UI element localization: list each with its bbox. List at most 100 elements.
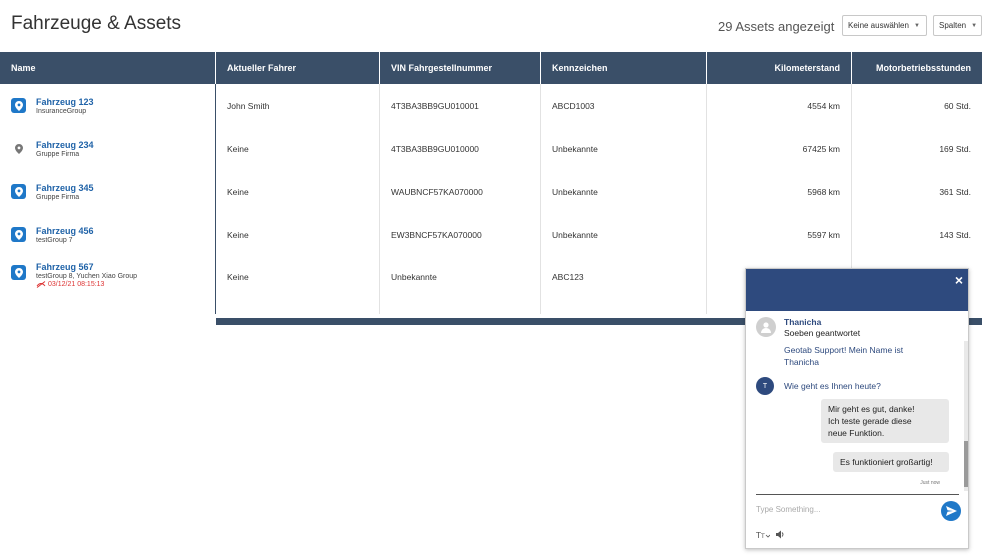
agent-avatar (756, 317, 776, 337)
driver-cell: Keine (216, 213, 380, 256)
agent-message-line: Thanicha (784, 357, 819, 367)
table-header: Name Aktueller Fahrer VIN Fahrgestellnum… (0, 52, 982, 84)
agent-message: Wie geht es Ihnen heute? (784, 381, 881, 391)
plate-cell: Unbekannte (541, 170, 707, 213)
send-icon (945, 506, 957, 516)
select-none-label: Keine auswählen (848, 21, 909, 30)
page-title: Fahrzeuge & Assets (11, 13, 182, 34)
vin-cell: 4T3BA3BB9GU010000 (380, 127, 541, 170)
vehicle-group: Gruppe Firma (36, 193, 80, 201)
vehicle-group: InsuranceGroup (36, 107, 87, 115)
odometer-cell: 5597 km (707, 213, 852, 256)
column-header-odometer[interactable]: Kilometerstand (707, 52, 852, 84)
agent-message: Geotab Support! Mein Name ist Thanicha (784, 344, 903, 368)
vehicle-name-link[interactable]: Fahrzeug 456 (36, 226, 94, 236)
chat-body: Thanicha Soeben geantwortet Geotab Suppo… (746, 311, 970, 491)
send-button[interactable] (941, 501, 961, 521)
agent-name: Thanicha (784, 317, 822, 327)
user-message-line: neue Funktion. (828, 428, 885, 438)
map-pin-icon[interactable] (11, 98, 26, 113)
engine-hours-cell: 143 Std. (939, 229, 971, 240)
plate-cell: ABC123 (541, 256, 707, 314)
column-header-driver[interactable]: Aktueller Fahrer (216, 52, 380, 84)
vehicle-name-link[interactable]: Fahrzeug 234 (36, 140, 94, 150)
driver-cell: John Smith (216, 84, 380, 127)
vehicle-info: Fahrzeug 567 testGroup 8, Yuchen Xiao Gr… (36, 262, 137, 288)
columns-label: Spalten (939, 21, 967, 30)
message-timestamp: Just now (920, 480, 940, 486)
vehicle-cell: Fahrzeug 567 testGroup 8, Yuchen Xiao Gr… (11, 262, 137, 288)
agent-initial-avatar: T (756, 377, 774, 395)
odometer-cell: 4554 km (707, 84, 852, 127)
name-cell: Fahrzeug 345 Gruppe Firma (0, 170, 216, 213)
vehicle-group: testGroup 7 (36, 236, 73, 244)
vin-cell: EW3BNCF57KA070000 (380, 213, 541, 256)
vin-cell: WAUBNCF57KA070000 (380, 170, 541, 213)
chat-widget: × Thanicha Soeben geantwortet Geotab Sup… (745, 268, 969, 549)
column-header-vin[interactable]: VIN Fahrgestellnummer (380, 52, 541, 84)
plate-cell: Unbekannte (541, 127, 707, 170)
sound-icon[interactable] (776, 530, 785, 539)
name-cell: Fahrzeug 234 Gruppe Firma (0, 127, 216, 170)
chat-input-placeholder: Type Something... (756, 505, 821, 514)
vin-cell: Unbekannte (380, 256, 541, 314)
odometer-cell: 5968 km (707, 170, 852, 213)
table-row[interactable]: Fahrzeug 456 testGroup 7 Keine EW3BNCF57… (0, 213, 982, 256)
vin-cell: 4T3BA3BB9GU010001 (380, 84, 541, 127)
vehicle-cell: Fahrzeug 345 Gruppe Firma (11, 183, 94, 201)
map-pin-icon[interactable] (11, 265, 26, 280)
vehicle-info: Fahrzeug 123 InsuranceGroup (36, 97, 94, 115)
map-pin-icon[interactable] (11, 184, 26, 199)
table-row[interactable]: Fahrzeug 345 Gruppe Firma Keine WAUBNCF5… (0, 170, 982, 213)
column-header-plate[interactable]: Kennzeichen (541, 52, 707, 84)
engine-hours-cell: 169 Std. (939, 143, 971, 154)
columns-dropdown[interactable]: Spalten ▼ (933, 15, 982, 36)
alert-timestamp: 03/12/21 08:15:13 (48, 281, 105, 288)
engine-hours-cell: 60 Std. (944, 100, 971, 111)
user-message: Es funktioniert großartig! (833, 452, 949, 472)
caret-down-icon: ▼ (913, 22, 920, 29)
driver-cell: Keine (216, 127, 380, 170)
odometer-cell: 67425 km (707, 127, 852, 170)
column-header-engine-hours[interactable]: Motorbetriebsstunden (852, 52, 982, 84)
vehicle-name-link[interactable]: Fahrzeug 345 (36, 183, 94, 193)
map-pin-icon[interactable] (11, 227, 26, 242)
chat-header: × (746, 269, 968, 311)
chat-input-field[interactable]: Type Something... (756, 494, 959, 522)
vehicle-alert: 03/12/21 08:15:13 (36, 281, 137, 288)
name-cell: Fahrzeug 123 InsuranceGroup (0, 84, 216, 127)
vehicle-name-link[interactable]: Fahrzeug 567 (36, 262, 137, 272)
user-message-line: Ich teste gerade diese (828, 416, 912, 426)
plate-cell: Unbekannte (541, 213, 707, 256)
user-icon (761, 322, 771, 333)
vehicle-info: Fahrzeug 456 testGroup 7 (36, 226, 94, 244)
vehicle-group: testGroup 8, Yuchen Xiao Group (36, 273, 138, 280)
name-cell: Fahrzeug 567 testGroup 8, Yuchen Xiao Gr… (0, 256, 216, 314)
user-message-line: Mir geht es gut, danke! (828, 404, 915, 414)
column-header-name[interactable]: Name (0, 52, 216, 84)
caret-down-icon: ▼ (971, 22, 978, 29)
text-size-icon[interactable]: TT (756, 530, 770, 539)
vehicle-info: Fahrzeug 345 Gruppe Firma (36, 183, 94, 201)
table-row[interactable]: Fahrzeug 234 Gruppe Firma Keine 4T3BA3BB… (0, 127, 982, 170)
name-cell: Fahrzeug 456 testGroup 7 (0, 213, 216, 256)
agent-message-line: Geotab Support! Mein Name ist (784, 345, 904, 355)
svg-text:T: T (760, 533, 765, 539)
vehicle-group: Gruppe Firma (36, 150, 80, 158)
vehicle-cell: Fahrzeug 456 testGroup 7 (11, 226, 94, 244)
vehicle-info: Fahrzeug 234 Gruppe Firma (36, 140, 94, 158)
plate-cell: ABCD1003 (541, 84, 707, 127)
map-pin-grey-icon[interactable] (11, 141, 26, 156)
vehicle-cell: Fahrzeug 234 Gruppe Firma (11, 140, 94, 158)
no-signal-icon (36, 281, 46, 288)
driver-cell: Keine (216, 256, 380, 314)
user-message: Mir geht es gut, danke! Ich teste gerade… (821, 399, 949, 443)
select-none-dropdown[interactable]: Keine auswählen ▼ (842, 15, 927, 36)
table-row[interactable]: Fahrzeug 123 InsuranceGroup John Smith 4… (0, 84, 982, 127)
vehicle-name-link[interactable]: Fahrzeug 123 (36, 97, 94, 107)
close-icon[interactable]: × (955, 272, 963, 288)
chat-scrollbar-thumb[interactable] (964, 441, 968, 487)
chat-scrollbar[interactable] (964, 341, 968, 491)
vehicle-cell: Fahrzeug 123 InsuranceGroup (11, 97, 94, 115)
asset-count: 29 Assets angezeigt (718, 19, 835, 34)
